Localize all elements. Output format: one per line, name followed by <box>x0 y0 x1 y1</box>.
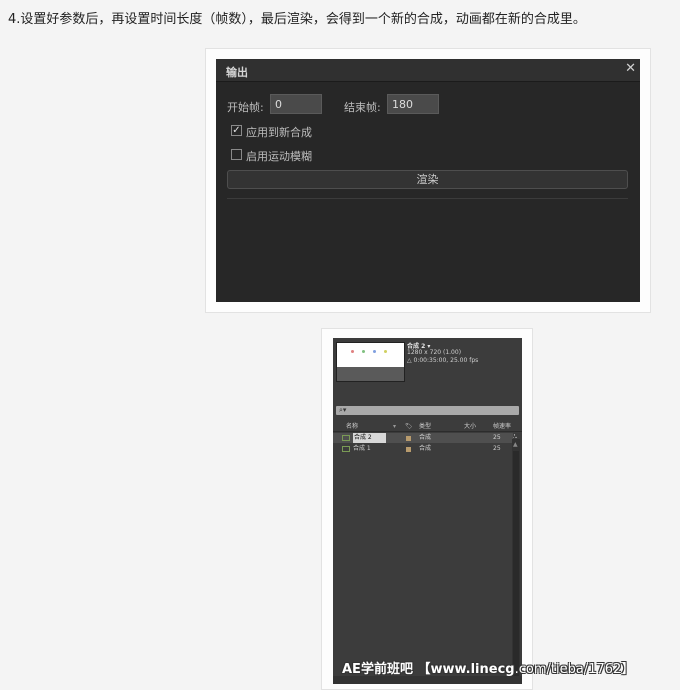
column-size[interactable]: 大小 <box>464 422 476 431</box>
end-frame-label: 结束帧: <box>344 101 381 114</box>
watermark: AE学前班吧 【www.linecg.com/tieba/1762】 <box>342 658 634 677</box>
column-fps[interactable]: 帧速率 <box>493 422 511 431</box>
comp-size: 1280 x 720 (1.00) <box>407 349 462 356</box>
watermark-text: AE学前班吧 【www.linecg <box>342 662 515 677</box>
motion-blur-checkbox[interactable] <box>231 149 242 160</box>
close-icon[interactable]: ✕ <box>625 61 636 76</box>
intro-text: 4.设置好参数后，再设置时间长度（帧数），最后渲染，会得到一个新的合成，动画都在… <box>8 12 586 27</box>
dialog-title: 输出 <box>226 66 248 79</box>
item-name: 合成 2 <box>353 433 386 443</box>
item-type: 合成 <box>419 434 432 441</box>
sort-arrow-icon: ▾ <box>393 423 397 430</box>
thumbnail-dot <box>351 350 354 353</box>
project-panel: 合成 2 ▾ 1280 x 720 (1.00) △ 0:00:35:00, 2… <box>333 338 522 684</box>
panel-bottom-bar <box>333 676 522 684</box>
comp-duration: △ 0:00:35:00, 25.00 fps <box>407 357 479 364</box>
scroll-up-icon[interactable]: ▲ <box>513 441 518 448</box>
start-frame-input[interactable]: 0 <box>270 94 322 114</box>
scrollbar[interactable]: ▲ <box>512 439 520 684</box>
apply-new-comp-label: 应用到新合成 <box>246 126 312 139</box>
composition-icon <box>342 435 350 441</box>
column-name[interactable]: 名称 <box>346 422 358 431</box>
comp-thumbnail <box>336 342 405 382</box>
item-name: 合成 1 <box>353 445 371 452</box>
item-type: 合成 <box>419 445 432 452</box>
motion-blur-label: 启用运动模糊 <box>246 150 312 163</box>
thumbnail-dot <box>362 350 365 353</box>
list-item[interactable]: 合成 1 合成 25 <box>333 444 513 454</box>
dialog-titlebar: 输出 ✕ <box>216 59 640 82</box>
list-item[interactable]: 合成 2 合成 25 <box>333 433 513 443</box>
watermark-text-2: .com/tieba/1762】 <box>514 662 635 677</box>
search-input[interactable]: ⌕▾ <box>336 406 519 415</box>
thumbnail-dot <box>373 350 376 353</box>
label-color-swatch <box>406 447 411 452</box>
output-dialog: 输出 ✕ 开始帧: 0 结束帧: 180 ✓ 应用到新合成 启用运动模糊 渲染 <box>216 59 640 302</box>
label-color-swatch <box>406 436 411 441</box>
item-fps: 25 <box>493 434 501 441</box>
apply-new-comp-checkbox[interactable]: ✓ <box>231 125 242 136</box>
thumbnail-dot <box>384 350 387 353</box>
scrollbar-track[interactable] <box>513 451 519 684</box>
item-fps: 25 <box>493 445 501 452</box>
label-tag-icon[interactable]: 🏷 <box>405 422 413 431</box>
end-frame-input[interactable]: 180 <box>387 94 439 114</box>
search-icon: ⌕▾ <box>339 406 347 414</box>
column-type[interactable]: 类型 <box>419 422 431 431</box>
column-header: 名称 ▾ 🏷 类型 大小 帧速率 <box>333 422 522 432</box>
composition-icon <box>342 446 350 452</box>
divider <box>227 198 628 199</box>
render-button[interactable]: 渲染 <box>227 170 628 189</box>
start-frame-label: 开始帧: <box>227 101 264 114</box>
thumbnail-shade <box>337 367 404 381</box>
